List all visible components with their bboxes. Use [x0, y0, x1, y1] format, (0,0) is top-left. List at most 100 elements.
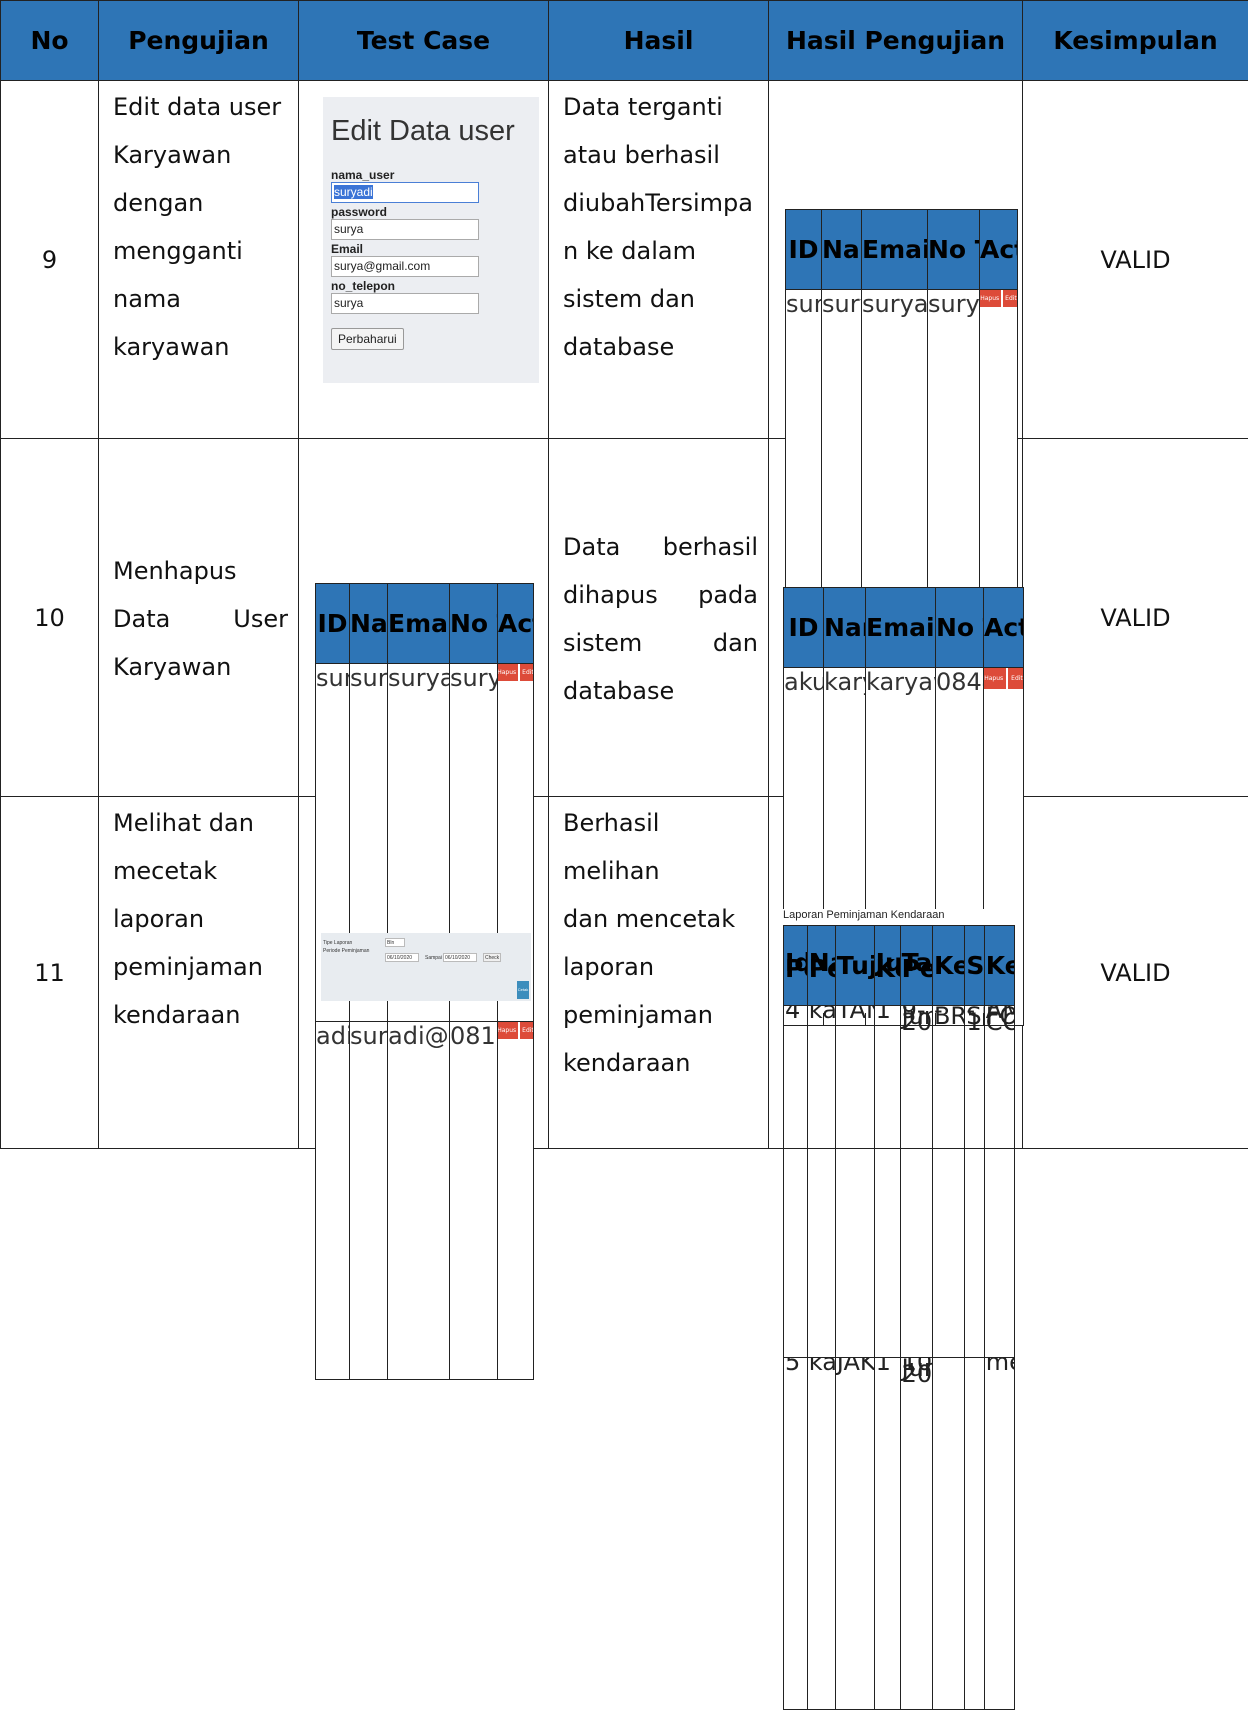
email-label: Email — [331, 242, 531, 256]
report-col: Kendaraan — [932, 926, 964, 1006]
table-row: 11 Melihat dan mecetak laporan peminjama… — [1, 797, 1248, 1149]
report-cell: karyawan — [807, 1358, 835, 1710]
row-number: 11 — [1, 797, 99, 1149]
check-button[interactable]: Check — [483, 953, 501, 962]
table-row: 9 Edit data user Karyawan dengan menggan… — [1, 81, 1248, 439]
hasil-pengujian-cell: Laporan Peminjaman Kendaraan Id Peminjam… — [769, 797, 1023, 1149]
pengujian-line: Karyawan — [113, 131, 288, 179]
report-cell: meeting — [984, 1358, 1014, 1710]
report-cell: 5 — [784, 1358, 808, 1710]
report-cell: - SUPIR 1 — [965, 1006, 984, 1358]
report-cell: 9-Jun-2020 — [900, 1006, 932, 1358]
telepon-label: no_telepon — [331, 279, 531, 293]
edit-button[interactable]: Edit — [1008, 668, 1023, 689]
col-action: Action — [984, 588, 1024, 668]
hasil-pengujian-cell: ID Nama Email No Telp Action akunKaryawa… — [769, 439, 1023, 797]
password-input[interactable]: surya — [331, 219, 479, 240]
edit-button[interactable]: Edit — [520, 664, 533, 681]
sampai-label: Sampai — [425, 955, 442, 961]
test-case-cell: ID Nama Email No Telp Action suryadi sur… — [299, 439, 549, 797]
hasil-cell: Data berhasil dihapus pada sistem dan da… — [549, 439, 769, 797]
col-email: Email — [866, 588, 936, 668]
row-number: 9 — [1, 81, 99, 439]
pengujian-line: karyawan — [113, 323, 288, 371]
hasil-line: peminjaman — [563, 991, 758, 1039]
hapus-button[interactable]: Hapus — [984, 668, 1007, 689]
cetak-button[interactable]: Cetak — [517, 981, 529, 999]
report-col: Nama Peminjam — [807, 926, 835, 1006]
hasil-line: sistem dan — [563, 275, 758, 323]
header-hasil: Hasil — [549, 1, 769, 81]
hasil-line: dihapus pada — [563, 571, 758, 619]
report-table: Id Peminjam Nama Peminjam Tujuan Jumlah … — [783, 925, 1015, 1710]
col-nama: Nama — [350, 584, 388, 664]
kesimpulan-cell: VALID — [1023, 439, 1248, 797]
nama-user-label: nama_user — [331, 168, 531, 182]
report-col: Jumlah Kendaraan — [874, 926, 900, 1006]
report-cell: AMBIL FOTO COPY — [984, 1006, 1014, 1358]
test-results-table: No Pengujian Test Case Hasil Hasil Pengu… — [0, 0, 1248, 1149]
hapus-button[interactable]: Hapus — [980, 290, 1002, 307]
pengujian-cell: Melihat dan mecetak laporan peminjaman k… — [99, 797, 299, 1149]
hasil-line: Data berhasil — [563, 523, 758, 571]
col-nama: Nama — [824, 588, 866, 668]
report-col: Tanggal Peminjaman — [900, 926, 932, 1006]
pengujian-line: laporan — [113, 895, 288, 943]
header-test-case: Test Case — [299, 1, 549, 81]
telepon-input[interactable]: surya — [331, 293, 479, 314]
header-row: No Pengujian Test Case Hasil Hasil Pengu… — [1, 1, 1248, 81]
form-title: Edit Data user — [331, 115, 531, 148]
col-email: Email — [862, 210, 928, 290]
col-id: ID — [784, 588, 824, 668]
table-row: 4 karyawan TANGERANG 1 9-Jun-2020 - BRIO… — [784, 1006, 1015, 1358]
hasil-line: database — [563, 323, 758, 371]
header-pengujian: Pengujian — [99, 1, 299, 81]
hasil-line: dan mencetak — [563, 895, 758, 943]
report-col: Tujuan — [835, 926, 874, 1006]
row-number: 10 — [1, 439, 99, 797]
hapus-button[interactable]: Hapus — [498, 664, 519, 681]
pengujian-line: nama — [113, 275, 288, 323]
hasil-cell: Data terganti atau berhasil diubahTersim… — [549, 81, 769, 439]
date-from-input[interactable]: 06/10/2020 — [385, 953, 419, 962]
report-col: Supir — [965, 926, 984, 1006]
email-input[interactable]: surya@gmail.com — [331, 256, 479, 277]
col-id: ID — [316, 584, 350, 664]
edit-user-form-screenshot: Edit Data user nama_user suryadi passwor… — [323, 97, 539, 383]
hasil-line: laporan — [563, 943, 758, 991]
table-row: 10 Menhapus Data User Karyawan ID Nama E… — [1, 439, 1248, 797]
col-telp: No Telp — [928, 210, 980, 290]
pengujian-line: Melihat dan — [113, 799, 288, 847]
col-nama: Nama — [822, 210, 862, 290]
kesimpulan-cell: VALID — [1023, 81, 1248, 439]
report-col: Keterangan — [984, 926, 1014, 1006]
pengujian-line: kendaraan — [113, 991, 288, 1039]
perbaharui-button[interactable]: Perbaharui — [331, 328, 404, 350]
report-cell — [965, 1358, 984, 1710]
report-cell: 1 — [874, 1006, 900, 1358]
tipe-laporan-select[interactable]: Bln — [385, 938, 405, 947]
report-cell: 1 — [874, 1358, 900, 1710]
pengujian-line: mengganti — [113, 227, 288, 275]
col-action: Action — [498, 584, 534, 664]
nama-user-value: suryadi — [334, 185, 373, 199]
hasil-line: atau berhasil — [563, 131, 758, 179]
report-cell: 10-Jun-2020 — [900, 1358, 932, 1710]
col-telp: No Telp — [936, 588, 984, 668]
col-telp: No Telp — [450, 584, 498, 664]
hasil-pengujian-cell: ID Nama Email No Telp Action suryadi sur… — [769, 81, 1023, 439]
pengujian-line: dengan — [113, 179, 288, 227]
report-cell — [932, 1358, 964, 1710]
edit-button[interactable]: Edit — [1003, 290, 1017, 307]
pengujian-line: Data User — [113, 595, 288, 643]
report-col: Id Peminjam — [784, 926, 808, 1006]
hasil-line: diubahTersimpa — [563, 179, 758, 227]
hasil-line: database — [563, 667, 758, 715]
col-action: Action — [980, 210, 1018, 290]
periode-label: Periode Peminjaman — [323, 948, 369, 954]
date-to-input[interactable]: 06/10/2020 — [443, 953, 477, 962]
pengujian-line: mecetak — [113, 847, 288, 895]
hasil-line: kendaraan — [563, 1039, 758, 1087]
hasil-cell: Berhasil melihan dan mencetak laporan pe… — [549, 797, 769, 1149]
nama-user-input[interactable]: suryadi — [331, 182, 479, 203]
